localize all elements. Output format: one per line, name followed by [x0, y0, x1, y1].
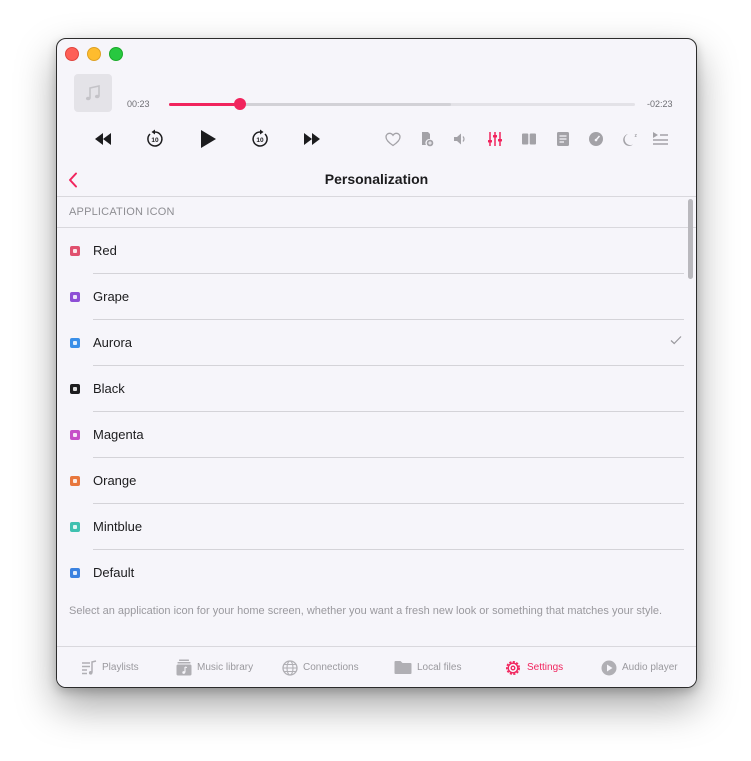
elapsed-time: 00:23: [127, 99, 150, 109]
icon-option-row[interactable]: Black: [57, 366, 696, 412]
icon-option-label: Red: [93, 243, 117, 258]
scrollbar[interactable]: [688, 199, 693, 279]
add-to-playlist-button[interactable]: [414, 127, 440, 151]
icon-option-label: Black: [93, 381, 125, 396]
icon-option-row[interactable]: Red: [57, 228, 696, 274]
app-icon-swatch-icon: [70, 476, 80, 486]
lyrics-icon: [557, 132, 569, 146]
progress-fill: [169, 103, 240, 106]
app-icon-swatch-icon: [70, 292, 80, 302]
tab-label: Music library: [197, 662, 254, 673]
navigation-bar: Personalization: [57, 164, 696, 196]
page-title: Personalization: [324, 171, 429, 187]
play-circle-icon: [601, 660, 617, 675]
checkmark-icon: [670, 336, 682, 345]
tab-settings[interactable]: Settings: [504, 647, 564, 687]
icon-option-label: Orange: [93, 473, 137, 488]
icon-option-row[interactable]: Orange: [57, 458, 696, 504]
svg-text:z: z: [635, 133, 638, 139]
speed-icon: [589, 132, 603, 146]
app-icon-swatch-icon: [70, 568, 80, 578]
window-controls: [65, 47, 123, 61]
fast-forward-icon: [304, 133, 320, 145]
favorite-button[interactable]: [380, 127, 406, 151]
icon-option-label: Default: [93, 565, 135, 580]
progress-knob[interactable]: [233, 98, 246, 110]
globe-icon: [282, 659, 298, 676]
app-icon-swatch-icon: [70, 522, 80, 532]
app-icon-swatch-icon: [70, 384, 80, 394]
play-button[interactable]: [195, 127, 221, 151]
close-window-button[interactable]: [65, 47, 79, 61]
music-note-icon: [85, 85, 100, 101]
minimize-window-button[interactable]: [87, 47, 101, 61]
folder-icon: [394, 661, 412, 674]
gear-icon: [506, 660, 520, 675]
heart-icon: [385, 132, 401, 146]
tab-local-files[interactable]: Local files: [394, 647, 462, 687]
icon-option-row[interactable]: Mintblue: [57, 504, 696, 550]
queue-button[interactable]: [647, 127, 673, 151]
fast-forward-button[interactable]: [299, 127, 325, 151]
queue-icon: [653, 132, 668, 145]
skip-back-10-button[interactable]: 10: [142, 127, 168, 151]
remaining-time: -02:23: [647, 99, 673, 109]
icon-option-row[interactable]: Magenta: [57, 412, 696, 458]
app-icon-swatch-icon: [70, 430, 80, 440]
tab-label: Audio player: [622, 662, 678, 673]
rewind-button[interactable]: [90, 127, 116, 151]
app-icon-swatch-icon: [70, 338, 80, 348]
artwork[interactable]: [74, 74, 112, 112]
split-view-icon: [522, 133, 536, 145]
sleep-timer-button[interactable]: z: [617, 127, 643, 151]
sleep-timer-icon: z: [623, 133, 638, 146]
add-to-playlist-icon: [422, 132, 434, 147]
tab-audio-player[interactable]: Audio player: [601, 647, 678, 687]
rewind-icon: [95, 133, 111, 145]
volume-icon: [454, 133, 465, 145]
skip-forward-10-button[interactable]: 10: [247, 127, 273, 151]
play-icon: [201, 130, 216, 148]
icon-option-row[interactable]: Aurora: [57, 320, 696, 366]
speed-button[interactable]: [583, 127, 609, 151]
equalizer-button[interactable]: [482, 127, 508, 151]
volume-button[interactable]: [447, 127, 473, 151]
equalizer-icon: [488, 132, 502, 146]
app-window: 00:23 -02:23 10 10 z Personalization APP…: [56, 38, 697, 688]
zoom-window-button[interactable]: [109, 47, 123, 61]
tab-label: Connections: [303, 662, 359, 673]
split-view-button[interactable]: [516, 127, 542, 151]
music-library-icon: [176, 659, 192, 676]
icon-list: APPLICATION ICON Red Grape Aurora Black Mage…: [57, 196, 696, 597]
playlists-icon: [82, 659, 97, 675]
icon-option-label: Aurora: [93, 335, 133, 350]
icon-option-row[interactable]: Grape: [57, 274, 696, 320]
icon-option-label: Grape: [93, 289, 130, 304]
app-icon-swatch-icon: [70, 246, 80, 256]
icon-option-label: Mintblue: [93, 519, 143, 534]
progress-slider[interactable]: [169, 98, 635, 110]
icon-option-label: Magenta: [93, 427, 144, 442]
svg-text:10: 10: [256, 137, 264, 144]
tab-music-library[interactable]: Music library: [176, 647, 254, 687]
icon-option-row[interactable]: Default: [57, 550, 696, 596]
footer-note: Select an application icon for your home…: [69, 605, 663, 617]
lyrics-button[interactable]: [550, 127, 576, 151]
tab-connections[interactable]: Connections: [282, 647, 359, 687]
tab-playlists[interactable]: Playlists: [81, 647, 139, 687]
skip-forward-10-icon: 10: [252, 129, 268, 147]
tab-bar: Playlists Music library Connections Loca…: [57, 646, 696, 687]
tab-label: Local files: [417, 662, 462, 673]
tab-label: Playlists: [102, 662, 139, 673]
svg-text:10: 10: [151, 137, 159, 144]
section-header: APPLICATION ICON: [57, 197, 696, 228]
skip-back-10-icon: 10: [147, 129, 163, 147]
tab-label: Settings: [527, 662, 564, 673]
